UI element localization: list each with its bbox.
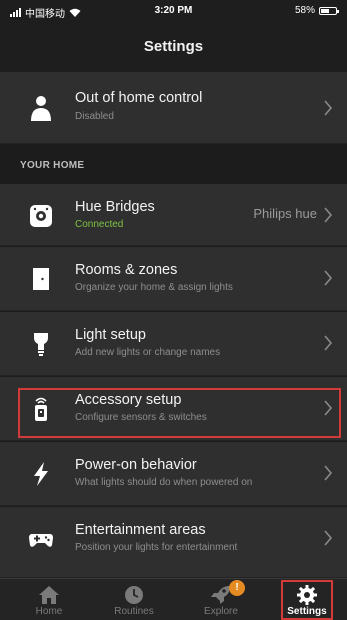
door-icon	[33, 268, 49, 290]
row-subtitle: Organize your home & assign lights	[75, 282, 233, 293]
tab-label: Routines	[114, 606, 154, 617]
lightning-icon	[34, 462, 48, 486]
chevron-right-icon	[324, 335, 333, 351]
chevron-right-icon	[324, 465, 333, 481]
row-title: Out of home control	[75, 90, 203, 106]
row-subtitle: Connected	[75, 219, 124, 230]
gamepad-icon	[29, 534, 53, 547]
row-subtitle: Disabled	[75, 111, 114, 122]
explore-badge: !	[229, 580, 245, 596]
clock-icon	[125, 586, 143, 604]
chevron-right-icon	[324, 530, 333, 546]
page-title: Settings	[143, 38, 204, 55]
section-title: YOUR HOME	[20, 160, 85, 171]
tab-explore[interactable]: Explore	[186, 579, 256, 620]
chevron-right-icon	[324, 100, 333, 116]
hue-bridges-row[interactable]: Hue Bridges Connected Philips hue	[0, 184, 347, 246]
row-subtitle: Position your lights for entertainment	[75, 542, 238, 553]
row-subtitle: What lights should do when powered on	[75, 477, 253, 488]
row-value: Philips hue	[253, 206, 317, 221]
row-title: Light setup	[75, 327, 146, 343]
chevron-right-icon	[324, 207, 333, 223]
entertainment-areas-row[interactable]: Entertainment areas Position your lights…	[0, 507, 347, 578]
tab-label: Home	[35, 606, 63, 617]
row-title: Power-on behavior	[75, 457, 197, 473]
section-header: YOUR HOME	[0, 144, 347, 184]
row-title: Hue Bridges	[75, 199, 155, 215]
row-title: Rooms & zones	[75, 262, 178, 278]
bulb-icon	[34, 333, 48, 356]
row-subtitle: Add new lights or change names	[75, 347, 221, 358]
person-icon	[31, 96, 51, 121]
light-setup-row[interactable]: Light setup Add new lights or change nam…	[0, 312, 347, 376]
rooms-zones-row[interactable]: Rooms & zones Organize your home & assig…	[0, 247, 347, 311]
status-bar: 中国移动 3:20 PM 58%	[0, 0, 347, 22]
row-title: Entertainment areas	[75, 522, 206, 538]
status-right: 58%	[294, 5, 339, 16]
out-of-home-control-row[interactable]: Out of home control Disabled	[0, 72, 347, 144]
nav-bar: Settings	[0, 22, 347, 72]
accessory-setup-highlight	[18, 388, 341, 438]
power-on-behavior-row[interactable]: Power-on behavior What lights should do …	[0, 442, 347, 506]
settings-tab-highlight	[281, 580, 333, 620]
battery-percent: 58%	[294, 5, 315, 16]
bridge-icon	[30, 205, 52, 227]
tab-routines[interactable]: Routines	[99, 579, 169, 620]
home-icon	[39, 586, 59, 604]
tab-label: Explore	[204, 606, 238, 617]
chevron-right-icon	[324, 270, 333, 286]
battery-icon	[319, 6, 339, 15]
tab-home[interactable]: Home	[14, 579, 84, 620]
